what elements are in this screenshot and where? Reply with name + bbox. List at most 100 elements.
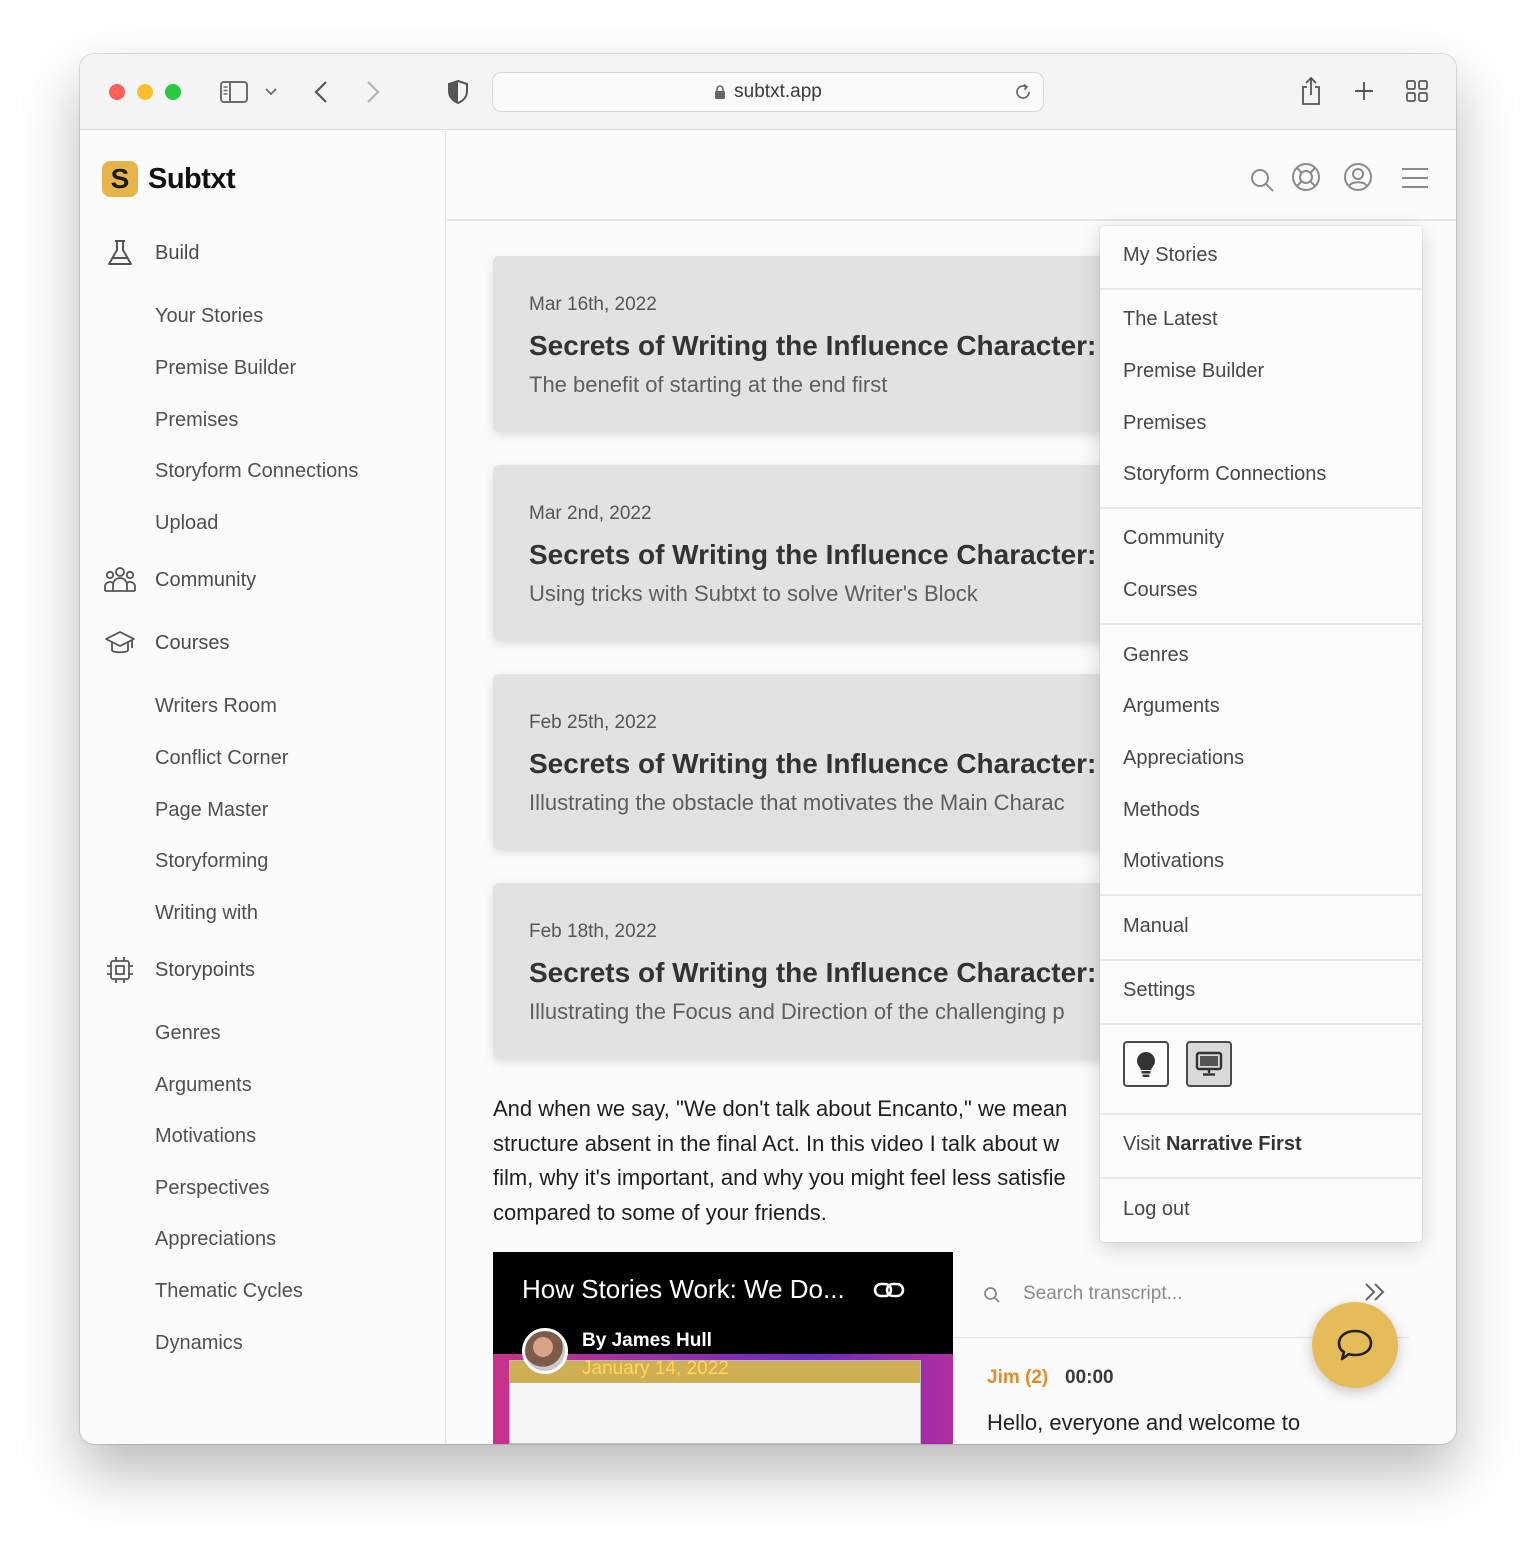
sidebar-item-thematic-cycles[interactable]: Thematic Cycles (155, 1280, 303, 1303)
transcript-speaker[interactable]: Jim (2) (987, 1367, 1048, 1389)
sidebar: S Subtxt Build Your Stories Premise Buil… (80, 131, 446, 1444)
transcript-search-input[interactable] (1023, 1276, 1343, 1312)
sidebar-item-genres[interactable]: Genres (155, 1022, 221, 1045)
article-card[interactable]: Feb 25th, 2022 Secrets of Writing the In… (493, 674, 1133, 850)
forward-button[interactable] (360, 78, 386, 106)
chevron-double-right-icon[interactable] (1363, 1282, 1387, 1302)
menu-item-premise-builder[interactable]: Premise Builder (1123, 360, 1264, 383)
sidebar-item-your-stories[interactable]: Your Stories (155, 305, 263, 328)
chat-bubble-icon (1336, 1328, 1374, 1362)
logo-mark: S (102, 161, 138, 197)
minimize-window-button[interactable] (137, 84, 153, 100)
sidebar-item-storyform-connections[interactable]: Storyform Connections (155, 460, 358, 483)
privacy-shield-icon[interactable] (445, 78, 471, 106)
share-icon[interactable] (1298, 74, 1324, 108)
video-date: January 14, 2022 (582, 1358, 729, 1379)
menu-item-appreciations[interactable]: Appreciations (1123, 747, 1244, 770)
sidebar-item-writing-with[interactable]: Writing with (155, 902, 258, 925)
sidebar-item-motivations[interactable]: Motivations (155, 1125, 256, 1148)
card-subtitle: Illustrating the Focus and Direction of … (529, 999, 1065, 1024)
sidebar-section-label: Community (155, 568, 257, 591)
menu-item-visit-narrative-first[interactable]: Visit Narrative First (1123, 1133, 1302, 1156)
card-title: Secrets of Writing the Influence Charact… (529, 330, 1112, 361)
menu-hamburger-icon[interactable] (1401, 167, 1429, 189)
menu-divider (1100, 623, 1422, 625)
sidebar-item-dynamics[interactable]: Dynamics (155, 1332, 243, 1355)
back-button[interactable] (308, 78, 334, 106)
close-window-button[interactable] (109, 84, 125, 100)
menu-divider (1100, 959, 1422, 961)
menu-divider (1100, 1177, 1422, 1179)
paragraph-line: And when we say, "We don't talk about En… (493, 1096, 1068, 1121)
sidebar-toggle-icon[interactable] (218, 78, 250, 106)
sidebar-item-storyforming[interactable]: Storyforming (155, 850, 268, 873)
sidebar-section-courses[interactable]: Courses (102, 627, 229, 659)
menu-item-manual[interactable]: Manual (1123, 915, 1189, 938)
lightbulb-icon (1135, 1050, 1157, 1078)
system-theme-button[interactable] (1186, 1041, 1232, 1087)
subtxt-logo[interactable]: S Subtxt (102, 161, 236, 197)
card-date: Feb 25th, 2022 (529, 712, 657, 733)
card-title: Secrets of Writing the Influence Charact… (529, 539, 1112, 570)
sidebar-item-writers-room[interactable]: Writers Room (155, 695, 277, 718)
new-tab-icon[interactable] (1352, 78, 1376, 104)
card-subtitle: Illustrating the obstacle that motivates… (529, 790, 1065, 815)
sidebar-item-premises[interactable]: Premises (155, 409, 238, 432)
menu-item-motivations[interactable]: Motivations (1123, 850, 1224, 873)
sidebar-item-page-master[interactable]: Page Master (155, 799, 268, 822)
transcript-timestamp[interactable]: 00:00 (1065, 1367, 1114, 1389)
menu-item-methods[interactable]: Methods (1123, 799, 1200, 822)
menu-item-premises[interactable]: Premises (1123, 412, 1206, 435)
light-theme-button[interactable] (1123, 1041, 1169, 1087)
tab-overview-icon[interactable] (1404, 78, 1430, 104)
account-icon[interactable] (1342, 161, 1374, 193)
chat-button[interactable] (1312, 1302, 1398, 1388)
sidebar-item-appreciations[interactable]: Appreciations (155, 1228, 276, 1251)
reload-icon[interactable] (1013, 82, 1033, 102)
article-card[interactable]: Feb 18th, 2022 Secrets of Writing the In… (493, 883, 1133, 1059)
menu-divider (1100, 288, 1422, 290)
sidebar-item-arguments[interactable]: Arguments (155, 1074, 252, 1097)
zoom-window-button[interactable] (165, 84, 181, 100)
sidebar-section-community[interactable]: Community (102, 564, 256, 596)
card-subtitle: The benefit of starting at the end first (529, 372, 888, 397)
video-player[interactable]: How Stories Work: We Do... By James Hull… (493, 1252, 953, 1444)
logo-text: Subtxt (148, 162, 236, 195)
menu-item-arguments[interactable]: Arguments (1123, 695, 1220, 718)
sidebar-section-storypoints[interactable]: Storypoints (102, 954, 255, 986)
menu-item-settings[interactable]: Settings (1123, 979, 1195, 1002)
sidebar-item-premise-builder[interactable]: Premise Builder (155, 357, 296, 380)
search-icon[interactable] (1249, 167, 1275, 193)
menu-item-the-latest[interactable]: The Latest (1123, 308, 1218, 331)
menu-item-genres[interactable]: Genres (1123, 644, 1189, 667)
menu-divider (1100, 507, 1422, 509)
article-card[interactable]: Mar 16th, 2022 Secrets of Writing the In… (493, 256, 1133, 432)
paragraph-line: compared to some of your friends. (493, 1199, 827, 1225)
sidebar-section-build[interactable]: Build (102, 237, 199, 269)
card-title: Secrets of Writing the Influence Charact… (529, 957, 1112, 988)
card-title: Secrets of Writing the Influence Charact… (529, 748, 1112, 779)
address-bar[interactable]: subtxt.app (492, 72, 1044, 112)
sidebar-item-upload[interactable]: Upload (155, 512, 218, 535)
sidebar-item-perspectives[interactable]: Perspectives (155, 1177, 270, 1200)
people-icon (102, 564, 138, 596)
article-card[interactable]: Mar 2nd, 2022 Secrets of Writing the Inf… (493, 465, 1133, 641)
link-icon[interactable] (873, 1280, 905, 1300)
graduation-cap-icon (102, 627, 138, 659)
monitor-icon (1195, 1051, 1223, 1077)
menu-item-log-out[interactable]: Log out (1123, 1198, 1190, 1221)
menu-item-storyform-connections[interactable]: Storyform Connections (1123, 463, 1326, 486)
sidebar-item-conflict-corner[interactable]: Conflict Corner (155, 747, 288, 770)
main-header (447, 131, 1456, 221)
card-subtitle: Using tricks with Subtxt to solve Writer… (529, 581, 978, 606)
menu-item-courses[interactable]: Courses (1123, 579, 1197, 602)
card-date: Mar 2nd, 2022 (529, 503, 652, 524)
menu-item-my-stories[interactable]: My Stories (1123, 244, 1217, 267)
card-date: Mar 16th, 2022 (529, 294, 657, 315)
menu-divider (1100, 894, 1422, 896)
help-lifebuoy-icon[interactable] (1290, 161, 1322, 193)
menu-item-community[interactable]: Community (1123, 527, 1224, 550)
chevron-down-icon[interactable] (263, 84, 279, 100)
transcript-text: Hello, everyone and welcome to (987, 1410, 1301, 1435)
chip-icon (102, 954, 138, 986)
